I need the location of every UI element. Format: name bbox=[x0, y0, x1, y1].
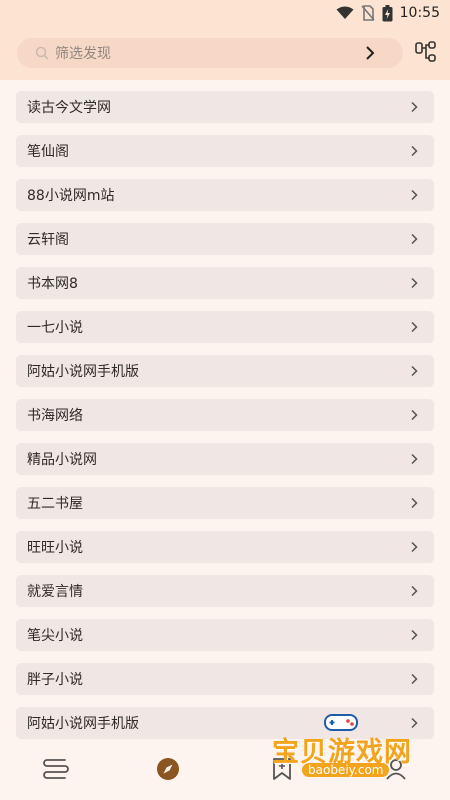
list-item-label: 五二书屋 bbox=[27, 496, 83, 512]
chevron-right-icon bbox=[408, 189, 420, 201]
list-item-label: 云轩阁 bbox=[27, 232, 69, 248]
search-placeholder: 筛选发现 bbox=[55, 46, 111, 62]
list-item[interactable]: 精品小说网 bbox=[16, 443, 434, 475]
list-item[interactable]: 笔仙阁 bbox=[16, 135, 434, 167]
watermark-url: baobeiy.com bbox=[302, 763, 390, 777]
chevron-right-icon bbox=[408, 233, 420, 245]
list-item-label: 笔仙阁 bbox=[27, 144, 69, 160]
list-item-label: 笔尖小说 bbox=[27, 628, 83, 644]
chevron-right-icon bbox=[408, 629, 420, 641]
list-item[interactable]: 旺旺小说 bbox=[16, 531, 434, 563]
chevron-right-icon bbox=[408, 365, 420, 377]
list-item[interactable]: 就爱言情 bbox=[16, 575, 434, 607]
chevron-right-icon bbox=[408, 673, 420, 685]
search-input[interactable]: 筛选发现 bbox=[17, 38, 403, 68]
list-item-label: 读古今文学网 bbox=[27, 100, 111, 116]
list-item-label: 一七小说 bbox=[27, 320, 83, 336]
chevron-right-icon bbox=[408, 277, 420, 289]
list-item-label: 88小说网m站 bbox=[27, 188, 115, 204]
status-bar: 10:55 bbox=[0, 0, 450, 26]
list-item[interactable]: 88小说网m站 bbox=[16, 179, 434, 211]
list-item-label: 书海网络 bbox=[27, 408, 83, 424]
list-item[interactable]: 阿姑小说网手机版 bbox=[16, 355, 434, 387]
list-item[interactable]: 书本网8 bbox=[16, 267, 434, 299]
chevron-right-icon bbox=[408, 497, 420, 509]
list-item-label: 旺旺小说 bbox=[27, 540, 83, 556]
list-item-label: 阿姑小说网手机版 bbox=[27, 364, 139, 380]
search-icon bbox=[35, 46, 49, 60]
list-item[interactable]: 书海网络 bbox=[16, 399, 434, 431]
top-bar: 筛选发现 bbox=[0, 26, 450, 80]
bookshelf-icon[interactable] bbox=[42, 754, 70, 784]
list-item-label: 书本网8 bbox=[27, 276, 78, 292]
chevron-right-icon bbox=[408, 145, 420, 157]
gamepad-icon bbox=[324, 714, 358, 731]
status-icons: 10:55 bbox=[336, 3, 440, 23]
list-item[interactable]: 笔尖小说 bbox=[16, 619, 434, 651]
chevron-right-icon bbox=[408, 541, 420, 553]
chevron-right-icon bbox=[408, 585, 420, 597]
list-item[interactable]: 胖子小说 bbox=[16, 663, 434, 695]
chevron-right-icon bbox=[408, 409, 420, 421]
compass-icon[interactable] bbox=[154, 754, 182, 784]
group-filter-icon[interactable] bbox=[414, 40, 438, 64]
chevron-right-icon bbox=[408, 101, 420, 113]
list-item[interactable]: 一七小说 bbox=[16, 311, 434, 343]
list-item[interactable]: 读古今文学网 bbox=[16, 91, 434, 123]
list-item-label: 就爱言情 bbox=[27, 584, 83, 600]
list-item[interactable]: 五二书屋 bbox=[16, 487, 434, 519]
list-item-label: 阿姑小说网手机版 bbox=[27, 716, 139, 732]
chevron-right-icon[interactable] bbox=[361, 44, 379, 62]
list-item[interactable]: 云轩阁 bbox=[16, 223, 434, 255]
battery-charging-icon bbox=[382, 4, 393, 22]
list-item-label: 胖子小说 bbox=[27, 672, 83, 688]
status-time: 10:55 bbox=[399, 5, 440, 21]
chevron-right-icon bbox=[408, 321, 420, 333]
watermark: 宝贝游戏网 baobeiy.com bbox=[272, 714, 422, 798]
wifi-icon bbox=[336, 6, 354, 20]
source-list: 读古今文学网 笔仙阁 88小说网m站 云轩阁 书本网8 一七小说 阿姑小说网手机版 书海网络 … bbox=[16, 91, 434, 751]
chevron-right-icon bbox=[408, 453, 420, 465]
list-item-label: 精品小说网 bbox=[27, 452, 97, 468]
no-sim-icon bbox=[361, 5, 375, 21]
